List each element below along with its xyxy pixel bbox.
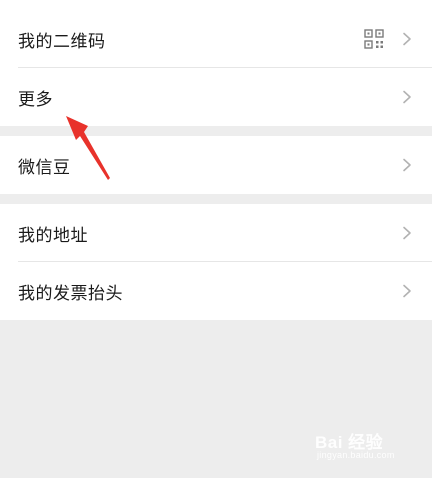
settings-item-invoice-title[interactable]: 我的发票抬头	[0, 262, 432, 320]
row-right	[364, 29, 414, 49]
row-right	[400, 158, 414, 172]
settings-item-more[interactable]: 更多	[0, 68, 432, 126]
qr-code-icon	[364, 29, 384, 49]
chevron-right-icon	[403, 32, 411, 46]
settings-page: 我的二维码 更多 微信豆 我的地址 我的发票抬头 Bai 经验 jingyan.…	[0, 0, 432, 478]
settings-item-label: 微信豆	[18, 157, 71, 178]
top-strip	[0, 0, 432, 10]
group-gap	[0, 194, 432, 204]
chevron-right-icon	[403, 90, 411, 104]
watermark-sub-text: jingyan.baidu.com	[317, 450, 395, 460]
settings-group-3: 我的地址 我的发票抬头	[0, 204, 432, 320]
settings-item-my-address[interactable]: 我的地址	[0, 204, 432, 262]
chevron-right-icon	[403, 158, 411, 172]
group-gap	[0, 126, 432, 136]
settings-item-wechat-beans[interactable]: 微信豆	[0, 136, 432, 194]
row-right	[400, 284, 414, 298]
settings-item-label: 我的地址	[18, 225, 88, 246]
baidu-jingyan-watermark: Bai 经验 jingyan.baidu.com	[315, 428, 420, 468]
settings-item-label: 更多	[18, 89, 53, 110]
settings-group-1: 我的二维码 更多	[0, 0, 432, 126]
row-right	[400, 90, 414, 104]
chevron-right-icon	[403, 284, 411, 298]
settings-item-my-qr-code[interactable]: 我的二维码	[0, 10, 432, 68]
chevron-right-icon	[403, 226, 411, 240]
settings-item-label: 我的发票抬头	[18, 283, 123, 304]
settings-group-2: 微信豆	[0, 136, 432, 194]
settings-item-label: 我的二维码	[18, 31, 106, 52]
row-right	[400, 226, 414, 240]
